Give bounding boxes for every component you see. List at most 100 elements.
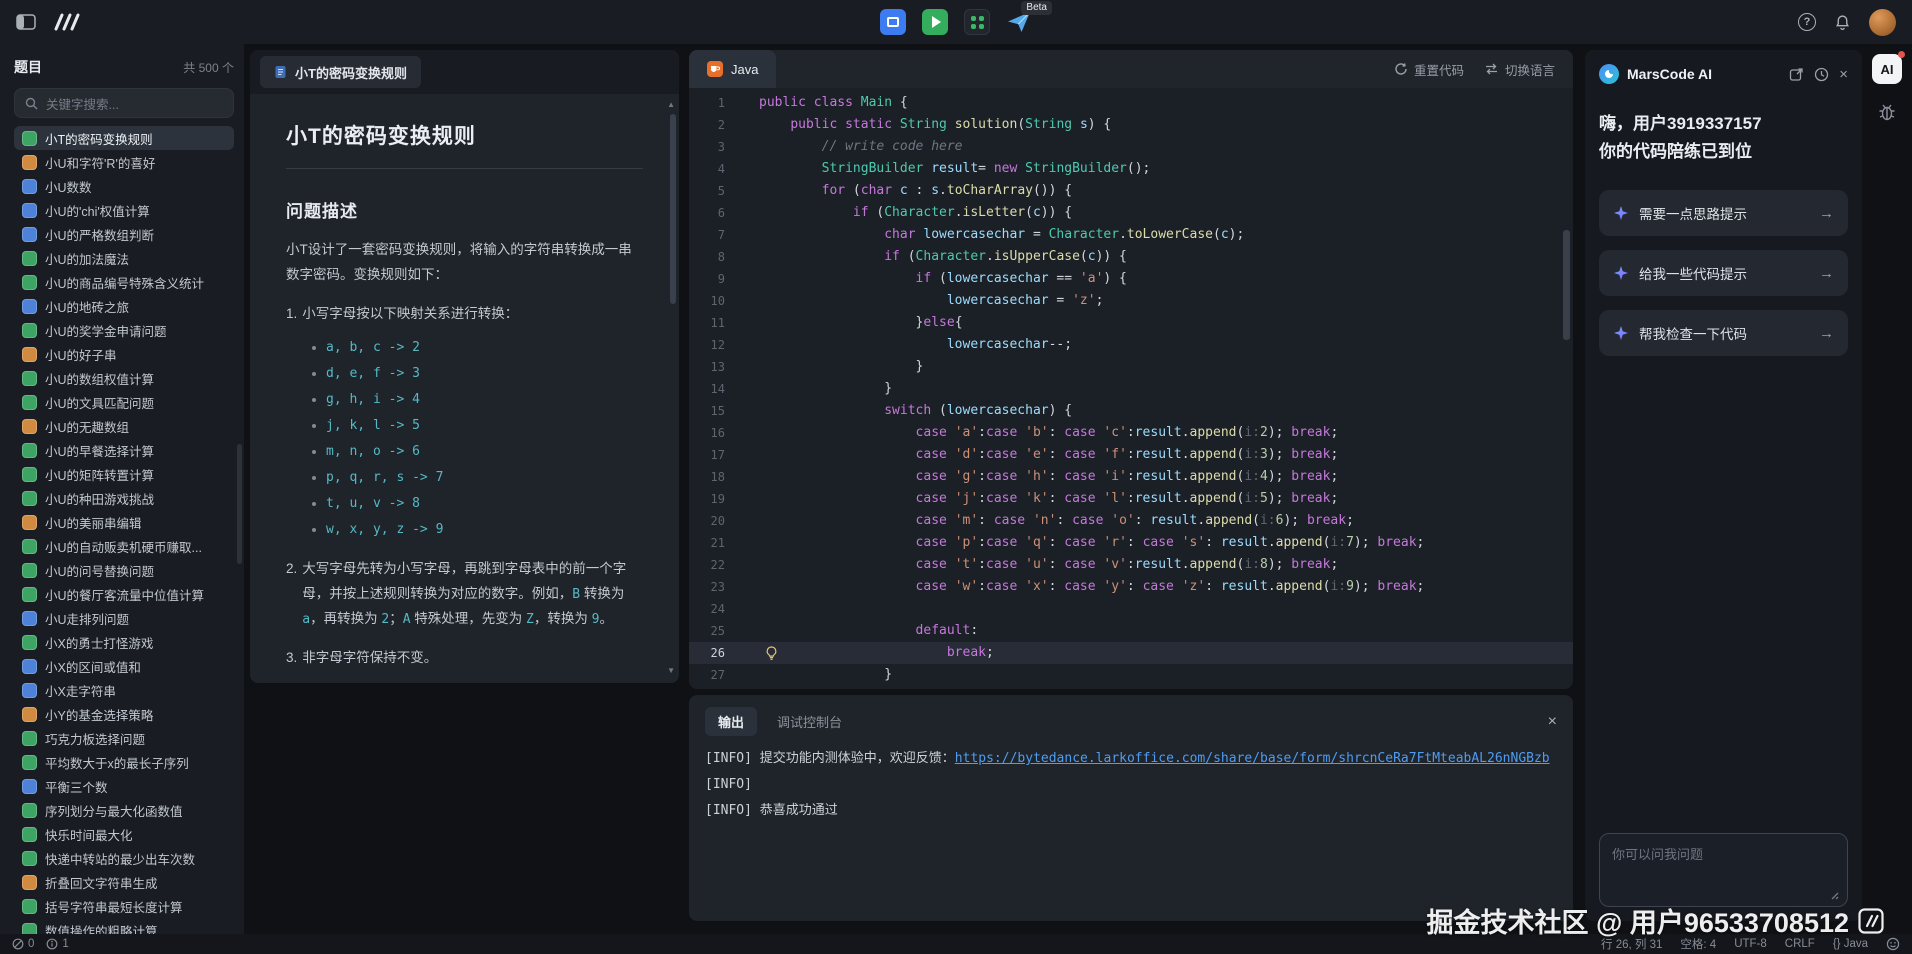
sidebar-item-problem[interactable]: 快乐时间最大化: [14, 822, 234, 846]
code-line[interactable]: 13 }: [689, 356, 1573, 378]
code-line[interactable]: 18 case 'g':case 'h': case 'i':result.ap…: [689, 466, 1573, 488]
bug-app-icon[interactable]: [964, 9, 990, 35]
ai-toggle-button[interactable]: AI: [1872, 54, 1902, 84]
code-lines[interactable]: 1public class Main {2 public static Stri…: [689, 88, 1573, 686]
sidebar-item-problem[interactable]: 平衡三个数: [14, 774, 234, 798]
code-line[interactable]: 26 break;: [689, 642, 1573, 664]
reset-code-button[interactable]: 重置代码: [1394, 60, 1464, 79]
scroll-down-icon[interactable]: ▼: [667, 666, 675, 675]
code-line[interactable]: 10 lowercasechar = 'z';: [689, 290, 1573, 312]
sidebar-item-problem[interactable]: 小X走字符串: [14, 678, 234, 702]
topbar-right: ?: [1798, 9, 1896, 36]
sidebar-item-problem[interactable]: 序列划分与最大化函数值: [14, 798, 234, 822]
sidebar-item-problem[interactable]: 小X的勇士打怪游戏: [14, 630, 234, 654]
sidebar-item-problem[interactable]: 小U的好子串: [14, 342, 234, 366]
sidebar-item-problem[interactable]: 小U的美丽串编辑: [14, 510, 234, 534]
sidebar-item-problem[interactable]: 快递中转站的最少出车次数: [14, 846, 234, 870]
code-line[interactable]: 15 switch (lowercasechar) {: [689, 400, 1573, 422]
sidebar-item-problem[interactable]: 小U的自动贩卖机硬币赚取...: [14, 534, 234, 558]
sidebar-item-problem[interactable]: 小U的加法魔法: [14, 246, 234, 270]
sidebar-item-problem[interactable]: 小U数数: [14, 174, 234, 198]
code-line[interactable]: 17 case 'd':case 'e': case 'f':result.ap…: [689, 444, 1573, 466]
code-line[interactable]: 25 default:: [689, 620, 1573, 642]
code-line[interactable]: 20 case 'm': case 'n': case 'o': result.…: [689, 510, 1573, 532]
sidebar-item-problem[interactable]: 小U的商品编号特殊含义统计: [14, 270, 234, 294]
code-line[interactable]: 14 }: [689, 378, 1573, 400]
sidebar-scrollbar[interactable]: [237, 444, 242, 564]
switch-language-button[interactable]: 切换语言: [1484, 60, 1555, 79]
scroll-up-icon[interactable]: ▲: [667, 100, 675, 109]
sidebar-item-problem[interactable]: 小U的地砖之旅: [14, 294, 234, 318]
user-avatar[interactable]: [1869, 9, 1896, 36]
language-tab[interactable]: Java: [689, 50, 776, 88]
feedback-smiley-icon[interactable]: [1886, 937, 1900, 951]
sidebar-item-problem[interactable]: 小U的早餐选择计算: [14, 438, 234, 462]
sidebar-item-problem[interactable]: 小Y的基金选择策略: [14, 702, 234, 726]
sidebar-item-problem[interactable]: 小U的数组权值计算: [14, 366, 234, 390]
editor-scrollbar[interactable]: [1563, 230, 1570, 340]
ai-question-input[interactable]: 你可以问我问题: [1599, 833, 1848, 907]
code-line[interactable]: 12 lowercasechar--;: [689, 334, 1573, 356]
code-line[interactable]: 4 StringBuilder result= new StringBuilde…: [689, 158, 1573, 180]
errors-indicator[interactable]: 0: [12, 938, 34, 950]
sidebar-item-problem[interactable]: 小T的密码变换规则: [14, 126, 234, 150]
code-line[interactable]: 8 if (Character.isUpperCase(c)) {: [689, 246, 1573, 268]
sidebar-item-problem[interactable]: 巧克力板选择问题: [14, 726, 234, 750]
sidebar-item-problem[interactable]: 小U的餐厅客流量中位值计算: [14, 582, 234, 606]
code-line[interactable]: 24: [689, 598, 1573, 620]
code-line[interactable]: 5 for (char c : s.toCharArray()) {: [689, 180, 1573, 202]
code-line[interactable]: 7 char lowercasechar = Character.toLower…: [689, 224, 1573, 246]
console-close-icon[interactable]: ×: [1548, 714, 1557, 730]
code-line[interactable]: 3 // write code here: [689, 136, 1573, 158]
debug-rail-icon[interactable]: [1877, 102, 1897, 122]
history-icon[interactable]: [1814, 67, 1829, 82]
sidebar-item-problem[interactable]: 小U的问号替换问题: [14, 558, 234, 582]
code-line[interactable]: 6 if (Character.isLetter(c)) {: [689, 202, 1573, 224]
marscode-logo[interactable]: [52, 12, 82, 32]
sidebar-item-problem[interactable]: 折叠回文字符串生成: [14, 870, 234, 894]
search-input[interactable]: 关键字搜索...: [14, 88, 234, 118]
code-line[interactable]: 19 case 'j':case 'k': case 'l':result.ap…: [689, 488, 1573, 510]
code-line[interactable]: 23 case 'w':case 'x': case 'y': case 'z'…: [689, 576, 1573, 598]
problem-tab[interactable]: 小T的密码变换规则: [260, 56, 421, 88]
sidebar-toggle-icon[interactable]: [16, 14, 36, 30]
sidebar-item-problem[interactable]: 数值操作的粗略计算: [14, 918, 234, 934]
sidebar-item-problem[interactable]: 小U的文具匹配问题: [14, 390, 234, 414]
tab-debug-console[interactable]: 调试控制台: [777, 712, 842, 731]
ai-close-icon[interactable]: ×: [1839, 67, 1848, 82]
help-icon[interactable]: ?: [1798, 13, 1816, 31]
open-in-window-icon[interactable]: [1789, 67, 1804, 82]
code-line[interactable]: 21 case 'p':case 'q': case 'r': case 's'…: [689, 532, 1573, 554]
code-line[interactable]: 16 case 'a':case 'b': case 'c':result.ap…: [689, 422, 1573, 444]
sidebar-item-problem[interactable]: 小U走排列问题: [14, 606, 234, 630]
sidebar-item-problem[interactable]: 小U的奖学金申请问题: [14, 318, 234, 342]
feedback-link[interactable]: https://bytedance.larkoffice.com/share/b…: [955, 751, 1550, 766]
code-line[interactable]: 9 if (lowercasechar == 'a') {: [689, 268, 1573, 290]
sidebar-item-problem[interactable]: 小X的区间或值和: [14, 654, 234, 678]
sidebar-item-problem[interactable]: 平均数大于x的最长子序列: [14, 750, 234, 774]
difficulty-icon: [22, 299, 37, 314]
sidebar-item-problem[interactable]: 小U和字符'R'的喜好: [14, 150, 234, 174]
window-app-icon[interactable]: [880, 9, 906, 35]
info-indicator[interactable]: 1: [46, 938, 68, 950]
problem-scrollbar[interactable]: [670, 114, 676, 304]
code-line[interactable]: 27 }: [689, 664, 1573, 686]
ai-suggestion-card[interactable]: 帮我检查一下代码→: [1599, 310, 1848, 356]
sidebar-item-problem[interactable]: 小U的种田游戏挑战: [14, 486, 234, 510]
run-app-icon[interactable]: [922, 9, 948, 35]
code-line[interactable]: 11 }else{: [689, 312, 1573, 334]
send-app-icon[interactable]: Beta: [1006, 9, 1032, 35]
lightbulb-icon[interactable]: [765, 646, 778, 661]
ai-suggestion-card[interactable]: 需要一点思路提示→: [1599, 190, 1848, 236]
code-line[interactable]: 2 public static String solution(String s…: [689, 114, 1573, 136]
ai-suggestion-card[interactable]: 给我一些代码提示→: [1599, 250, 1848, 296]
sidebar-item-problem[interactable]: 小U的严格数组判断: [14, 222, 234, 246]
sidebar-item-problem[interactable]: 小U的无趣数组: [14, 414, 234, 438]
bell-icon[interactable]: [1834, 14, 1851, 31]
sidebar-item-problem[interactable]: 小U的'chi'权值计算: [14, 198, 234, 222]
tab-output[interactable]: 输出: [705, 707, 757, 736]
code-line[interactable]: 22 case 't':case 'u': case 'v':result.ap…: [689, 554, 1573, 576]
sidebar-item-problem[interactable]: 小U的矩阵转置计算: [14, 462, 234, 486]
sidebar-item-problem[interactable]: 括号字符串最短长度计算: [14, 894, 234, 918]
code-line[interactable]: 1public class Main {: [689, 92, 1573, 114]
